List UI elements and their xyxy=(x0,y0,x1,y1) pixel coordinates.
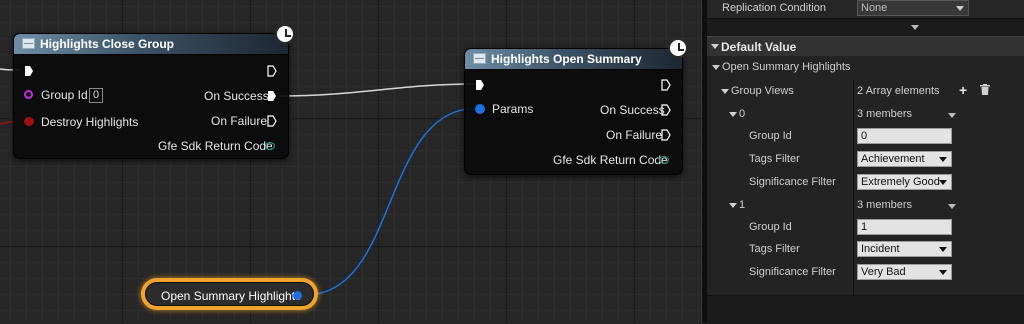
exec-pin-icon[interactable] xyxy=(267,65,277,77)
significance-filter-value: Extremely Good xyxy=(861,176,940,188)
exec-pin-icon[interactable] xyxy=(661,104,671,116)
return-pin-icon[interactable] xyxy=(659,156,669,164)
tags-filter-label: Tags Filter xyxy=(749,243,800,255)
significance-filter-dropdown[interactable]: Very Bad xyxy=(857,264,952,280)
chevron-down-icon[interactable] xyxy=(948,113,956,118)
significance-filter-value: Very Bad xyxy=(861,266,906,278)
expand-arrow-icon[interactable] xyxy=(911,25,919,30)
add-icon[interactable]: + xyxy=(959,83,967,97)
chevron-down-icon xyxy=(956,6,964,11)
exec-pin-icon[interactable] xyxy=(267,115,277,127)
tags-filter-dropdown[interactable]: Achievement xyxy=(857,151,952,167)
variable-node-open-summary-highlights[interactable]: Open Summary Highlights xyxy=(141,278,318,310)
collapse-arrow-icon[interactable] xyxy=(729,203,737,208)
significance-filter-dropdown[interactable]: Extremely Good xyxy=(857,174,952,190)
blueprint-graph[interactable]: Highlights Close Group Group Id 0 On Suc… xyxy=(0,0,701,323)
section-title: Default Value xyxy=(721,40,797,54)
exec-pin-icon[interactable] xyxy=(267,90,277,102)
struct-wire-params xyxy=(304,107,479,296)
node-highlights-close-group[interactable]: Highlights Close Group Group Id 0 On Suc… xyxy=(13,33,289,159)
element-members: 3 members xyxy=(857,108,913,120)
element-index: 0 xyxy=(739,108,746,120)
params-label: Params xyxy=(492,102,534,116)
node-title: Highlights Close Group xyxy=(40,37,174,51)
exec-wire-success xyxy=(278,83,475,97)
return-pin-icon[interactable] xyxy=(265,142,275,150)
exec-pin-icon[interactable] xyxy=(661,79,671,91)
group-id-label: Group Id xyxy=(41,88,88,102)
group-id-label: Group Id xyxy=(749,221,792,233)
replication-label: Replication Condition xyxy=(722,2,826,14)
return-code-label: Gfe Sdk Return Code xyxy=(158,139,273,153)
group-id-input[interactable]: 0 xyxy=(89,88,103,103)
group-id-input[interactable]: 0 xyxy=(857,128,952,144)
function-icon xyxy=(473,53,486,64)
bool-pin-icon[interactable] xyxy=(24,117,34,126)
significance-filter-label: Significance Filter xyxy=(749,266,836,278)
destroy-highlights-label: Destroy Highlights xyxy=(41,115,139,129)
chevron-down-icon xyxy=(939,270,947,275)
replication-row: Replication Condition None xyxy=(707,0,1024,19)
function-icon xyxy=(22,38,35,49)
significance-filter-label: Significance Filter xyxy=(749,176,836,188)
element-index: 1 xyxy=(739,199,746,211)
replication-value: None xyxy=(861,2,888,14)
group-views-label: Group Views xyxy=(731,85,794,97)
on-failure-label: On Failure xyxy=(606,128,663,142)
exec-pin-icon[interactable] xyxy=(475,79,485,91)
element-members: 3 members xyxy=(857,199,913,211)
details-panel: Replication Condition None Default Value… xyxy=(707,0,1024,324)
panel-footer xyxy=(707,295,1024,324)
chevron-down-icon xyxy=(939,247,947,252)
tags-filter-label: Tags Filter xyxy=(749,153,800,165)
chevron-down-icon xyxy=(939,180,947,185)
tags-filter-value: Incident xyxy=(861,243,900,255)
collapse-arrow-icon[interactable] xyxy=(729,112,737,117)
collapse-arrow-icon[interactable] xyxy=(712,65,720,70)
trash-icon[interactable] xyxy=(980,84,990,95)
chevron-down-icon[interactable] xyxy=(948,204,956,209)
struct-pin-icon[interactable] xyxy=(475,104,485,114)
tags-filter-dropdown[interactable]: Incident xyxy=(857,241,952,257)
on-success-label: On Success xyxy=(204,89,269,103)
column-separator[interactable] xyxy=(853,80,854,295)
collapse-arrow-icon[interactable] xyxy=(721,89,729,94)
group-views-value: 2 Array elements xyxy=(857,85,940,97)
group-id-label: Group Id xyxy=(749,130,792,142)
exec-pin-icon[interactable] xyxy=(661,129,671,141)
default-value-header[interactable]: Default Value xyxy=(707,36,1024,56)
node-header[interactable]: Highlights Close Group xyxy=(14,34,288,55)
tags-filter-value: Achievement xyxy=(861,153,925,165)
collapse-arrow-icon[interactable] xyxy=(711,44,719,49)
clock-icon xyxy=(275,24,295,44)
struct-pin-icon[interactable] xyxy=(293,291,302,300)
return-code-label: Gfe Sdk Return Code xyxy=(553,153,668,167)
on-failure-label: On Failure xyxy=(211,114,268,128)
variable-label: Open Summary Highlights xyxy=(161,289,302,303)
node-title: Highlights Open Summary xyxy=(491,52,642,66)
object-pin-icon[interactable] xyxy=(24,90,33,99)
chevron-down-icon xyxy=(939,157,947,162)
on-success-label: On Success xyxy=(600,103,665,117)
group-id-input[interactable]: 1 xyxy=(857,219,952,235)
variable-name: Open Summary Highlights xyxy=(722,61,851,73)
exec-pin-icon[interactable] xyxy=(24,65,34,77)
clock-icon xyxy=(668,38,688,58)
node-highlights-open-summary[interactable]: Highlights Open Summary Params On Succes… xyxy=(464,48,683,175)
replication-dropdown[interactable]: None xyxy=(857,0,969,16)
node-header[interactable]: Highlights Open Summary xyxy=(465,49,682,70)
